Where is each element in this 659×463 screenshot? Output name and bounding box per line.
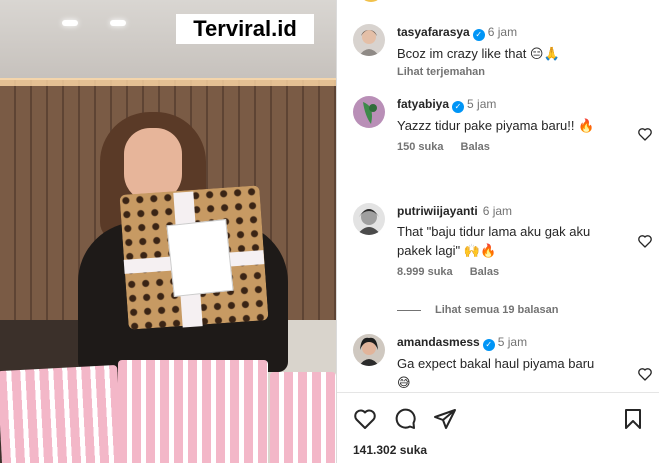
comment-likes[interactable]: 150 suka — [397, 141, 443, 153]
share-icon[interactable] — [433, 407, 457, 431]
package-tag — [166, 219, 234, 297]
comments-pane: tasyafarasya ✓ 6 jam Bcoz im crazy like th… — [336, 0, 659, 463]
verified-badge-icon: ✓ — [472, 29, 485, 41]
ceiling-lamp — [110, 20, 126, 26]
ceiling-lamp — [62, 20, 78, 26]
like-comment-heart-icon[interactable] — [637, 126, 653, 142]
comment-text: Ga expect bakal haul piyama baru😅 — [397, 356, 595, 390]
comment-likes[interactable]: 8.999 suka — [397, 266, 453, 278]
comment-username[interactable]: tasyafarasya — [397, 25, 470, 39]
shopping-bag — [118, 360, 268, 463]
bookmark-icon[interactable] — [621, 407, 645, 431]
like-comment-heart-icon[interactable] — [637, 233, 653, 249]
comment-username[interactable]: putriwiijayanti — [397, 204, 478, 218]
view-replies-button[interactable]: Lihat semua 19 balasan — [397, 304, 559, 316]
post-media[interactable]: Terviral.id — [0, 0, 336, 463]
see-translation-link[interactable]: Lihat terjemahan — [397, 66, 641, 78]
like-comment-heart-icon[interactable] — [637, 366, 653, 382]
comment-text: That "baju tidur lama aku gak aku pakek … — [397, 224, 591, 258]
shopping-bag — [270, 372, 336, 463]
comment-username[interactable]: fatyabiya — [397, 97, 449, 111]
reply-button[interactable]: Balas — [461, 141, 490, 153]
verified-badge-icon: ✓ — [452, 101, 465, 113]
avatar[interactable] — [353, 203, 385, 235]
heart-icon[interactable] — [353, 407, 377, 431]
view-replies-label: Lihat semua 19 balasan — [435, 304, 559, 316]
post-likes-count[interactable]: 141.302 suka — [353, 443, 427, 457]
watermark: Terviral.id — [176, 14, 314, 44]
replies-divider — [397, 309, 421, 311]
avatar[interactable] — [353, 96, 385, 128]
comment-time[interactable]: 6 jam — [483, 204, 512, 218]
comment-username[interactable]: amandasmess — [397, 335, 480, 349]
shopping-bag — [0, 364, 123, 463]
comment-icon[interactable] — [393, 407, 417, 431]
comment-text: Bcoz im crazy like that 😑🙏 — [397, 46, 560, 61]
verified-badge-icon: ✓ — [482, 339, 495, 351]
avatar[interactable] — [353, 334, 385, 366]
comment-time[interactable]: 6 jam — [488, 25, 517, 39]
comment-time[interactable]: 5 jam — [467, 97, 496, 111]
avatar[interactable] — [359, 0, 383, 2]
comment-text: Yazzz tidur pake piyama baru!! 🔥 — [397, 118, 595, 133]
avatar[interactable] — [353, 24, 385, 56]
post-action-bar: 141.302 suka — [337, 392, 659, 463]
comment-time[interactable]: 5 jam — [498, 335, 527, 349]
wall-light-strip — [0, 78, 336, 86]
reply-button[interactable]: Balas — [470, 266, 499, 278]
